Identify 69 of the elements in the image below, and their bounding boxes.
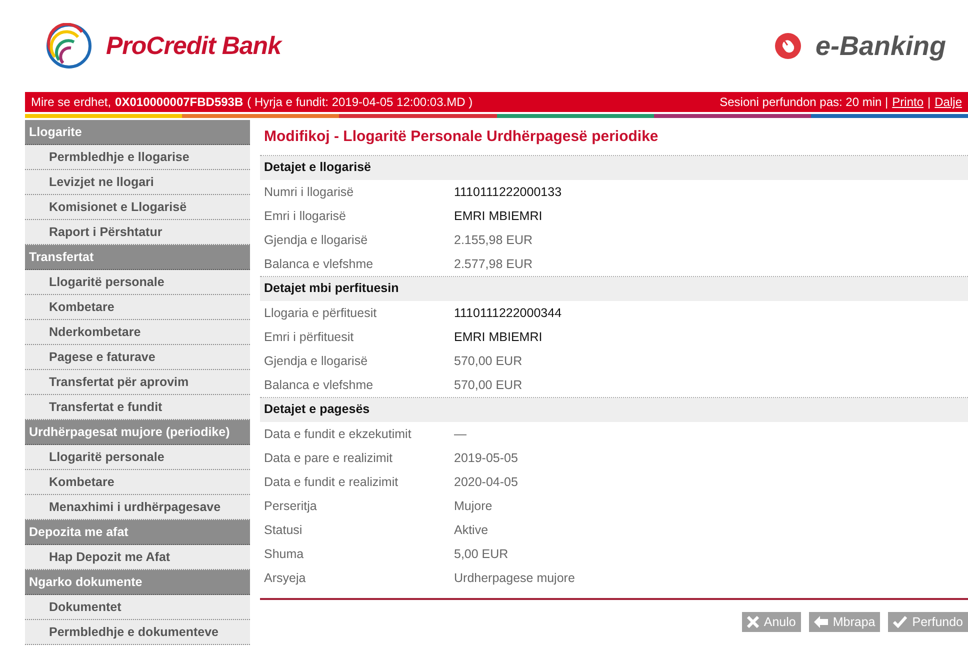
field-label: Emri i përfituesit — [264, 330, 355, 344]
field-value: 570,00 EUR — [454, 354, 522, 368]
field-value: EMRI MBIEMRI — [454, 209, 542, 223]
field-label: Gjendja e llogarisë — [264, 354, 369, 368]
section-header: Detajet e pagesës — [260, 398, 968, 422]
sidebar-group-header[interactable]: Llogarite — [25, 120, 250, 145]
field-label: Gjendja e llogarisë — [264, 233, 369, 247]
sidebar-item[interactable]: Komisionet e Llogarisë — [25, 195, 250, 220]
field-value: 2.155,98 EUR — [454, 233, 533, 247]
mouse-icon — [775, 33, 802, 59]
bank-name: ProCredit Bank — [106, 32, 281, 60]
field-label: Emri i llogarisë — [264, 209, 347, 223]
field-value: 2.577,98 EUR — [454, 257, 533, 271]
sidebar-item[interactable]: Llogaritë personale — [25, 270, 250, 295]
sidebar-group-header[interactable]: Urdhërpagesat mujore (periodike) — [25, 420, 250, 445]
sidebar-item[interactable]: Levizjet ne llogari — [25, 170, 250, 195]
field-value: 2020-04-05 — [454, 475, 518, 489]
check-icon — [893, 616, 908, 628]
session-timer: Sesioni perfundon pas: 20 min | — [720, 95, 888, 109]
field-label: Statusi — [264, 523, 304, 537]
top-link[interactable]: Printo — [892, 95, 924, 109]
sidebar-item[interactable]: Raport i Përshtatur — [25, 220, 250, 245]
sidebar-group-header[interactable]: Depozita me afat — [25, 520, 250, 545]
field-label: Balanca e vlefshme — [264, 257, 374, 271]
sidebar-item[interactable]: Nderkombetare — [25, 320, 250, 345]
sidebar-item[interactable]: Hap Depozit me Afat — [25, 545, 250, 570]
sidebar-item[interactable]: Pagese e faturave — [25, 345, 250, 370]
product-name: e-Banking — [815, 30, 946, 62]
field-label: Data e pare e realizimit — [264, 451, 394, 465]
field-value: 5,00 EUR — [454, 547, 508, 561]
field-label: Perseritja — [264, 499, 318, 513]
field-value: 2019-05-05 — [454, 451, 518, 465]
top-link[interactable]: Dalje — [934, 95, 962, 109]
field-value: Mujore — [454, 499, 492, 513]
field-label: Balanca e vlefshme — [264, 378, 374, 392]
field-value: 570,00 EUR — [454, 378, 522, 392]
section-header: Detajet e llogarisë — [260, 156, 968, 180]
field-label: Shuma — [264, 547, 305, 561]
field-label: Llogaria e përfituesit — [264, 306, 378, 320]
sidebar-item[interactable]: Dokumentet — [25, 595, 250, 620]
sidebar-item[interactable]: Transfertat për aprovim — [25, 370, 250, 395]
field-value: 1110111222000133 — [454, 185, 562, 199]
sidebar-item[interactable]: Transfertat e fundit — [25, 395, 250, 420]
greeting: Mire se erdhet, — [31, 95, 112, 109]
field-label: Data e fundit e ekzekutimit — [264, 427, 412, 441]
sidebar-item[interactable]: Permbledhje e dokumenteve — [25, 620, 250, 645]
page-title: Modifikoj - Llogaritë Personale Urdhërpagesë periodike — [263, 127, 660, 147]
section-header: Detajet mbi perfituesin — [260, 277, 968, 301]
field-label: Data e fundit e realizimit — [264, 475, 400, 489]
sidebar-item[interactable]: Kombetare — [25, 470, 250, 495]
field-value: Urdherpagese mujore — [454, 571, 575, 585]
field-value: — — [454, 427, 466, 441]
sidebar-item[interactable]: Menaxhimi i urdhërpagesave — [25, 495, 250, 520]
field-value: 1110111222000344 — [454, 306, 562, 320]
sidebar-item[interactable]: Llogaritë personale — [25, 445, 250, 470]
sidebar-item[interactable]: Permbledhje e llogarise — [25, 145, 250, 170]
separator: | — [928, 95, 931, 109]
arrow-left-icon — [814, 616, 828, 628]
sidebar-group-header[interactable]: Ngarko dokumente — [25, 570, 250, 595]
last-login: ( Hyrja e fundit: 2019-04-05 12:00:03.MD ) — [247, 95, 473, 109]
field-label: Numri i llogarisë — [264, 185, 355, 199]
close-icon — [746, 616, 759, 628]
sidebar-item[interactable]: Kombetare — [25, 295, 250, 320]
logo-icon — [46, 23, 92, 69]
field-label: Arsyeja — [264, 571, 307, 585]
sidebar-group-header[interactable]: Transfertat — [25, 245, 250, 270]
field-value: EMRI MBIEMRI — [454, 330, 542, 344]
user-id: 0X010000007FBD593B — [115, 95, 244, 109]
field-value: Aktive — [454, 523, 488, 537]
